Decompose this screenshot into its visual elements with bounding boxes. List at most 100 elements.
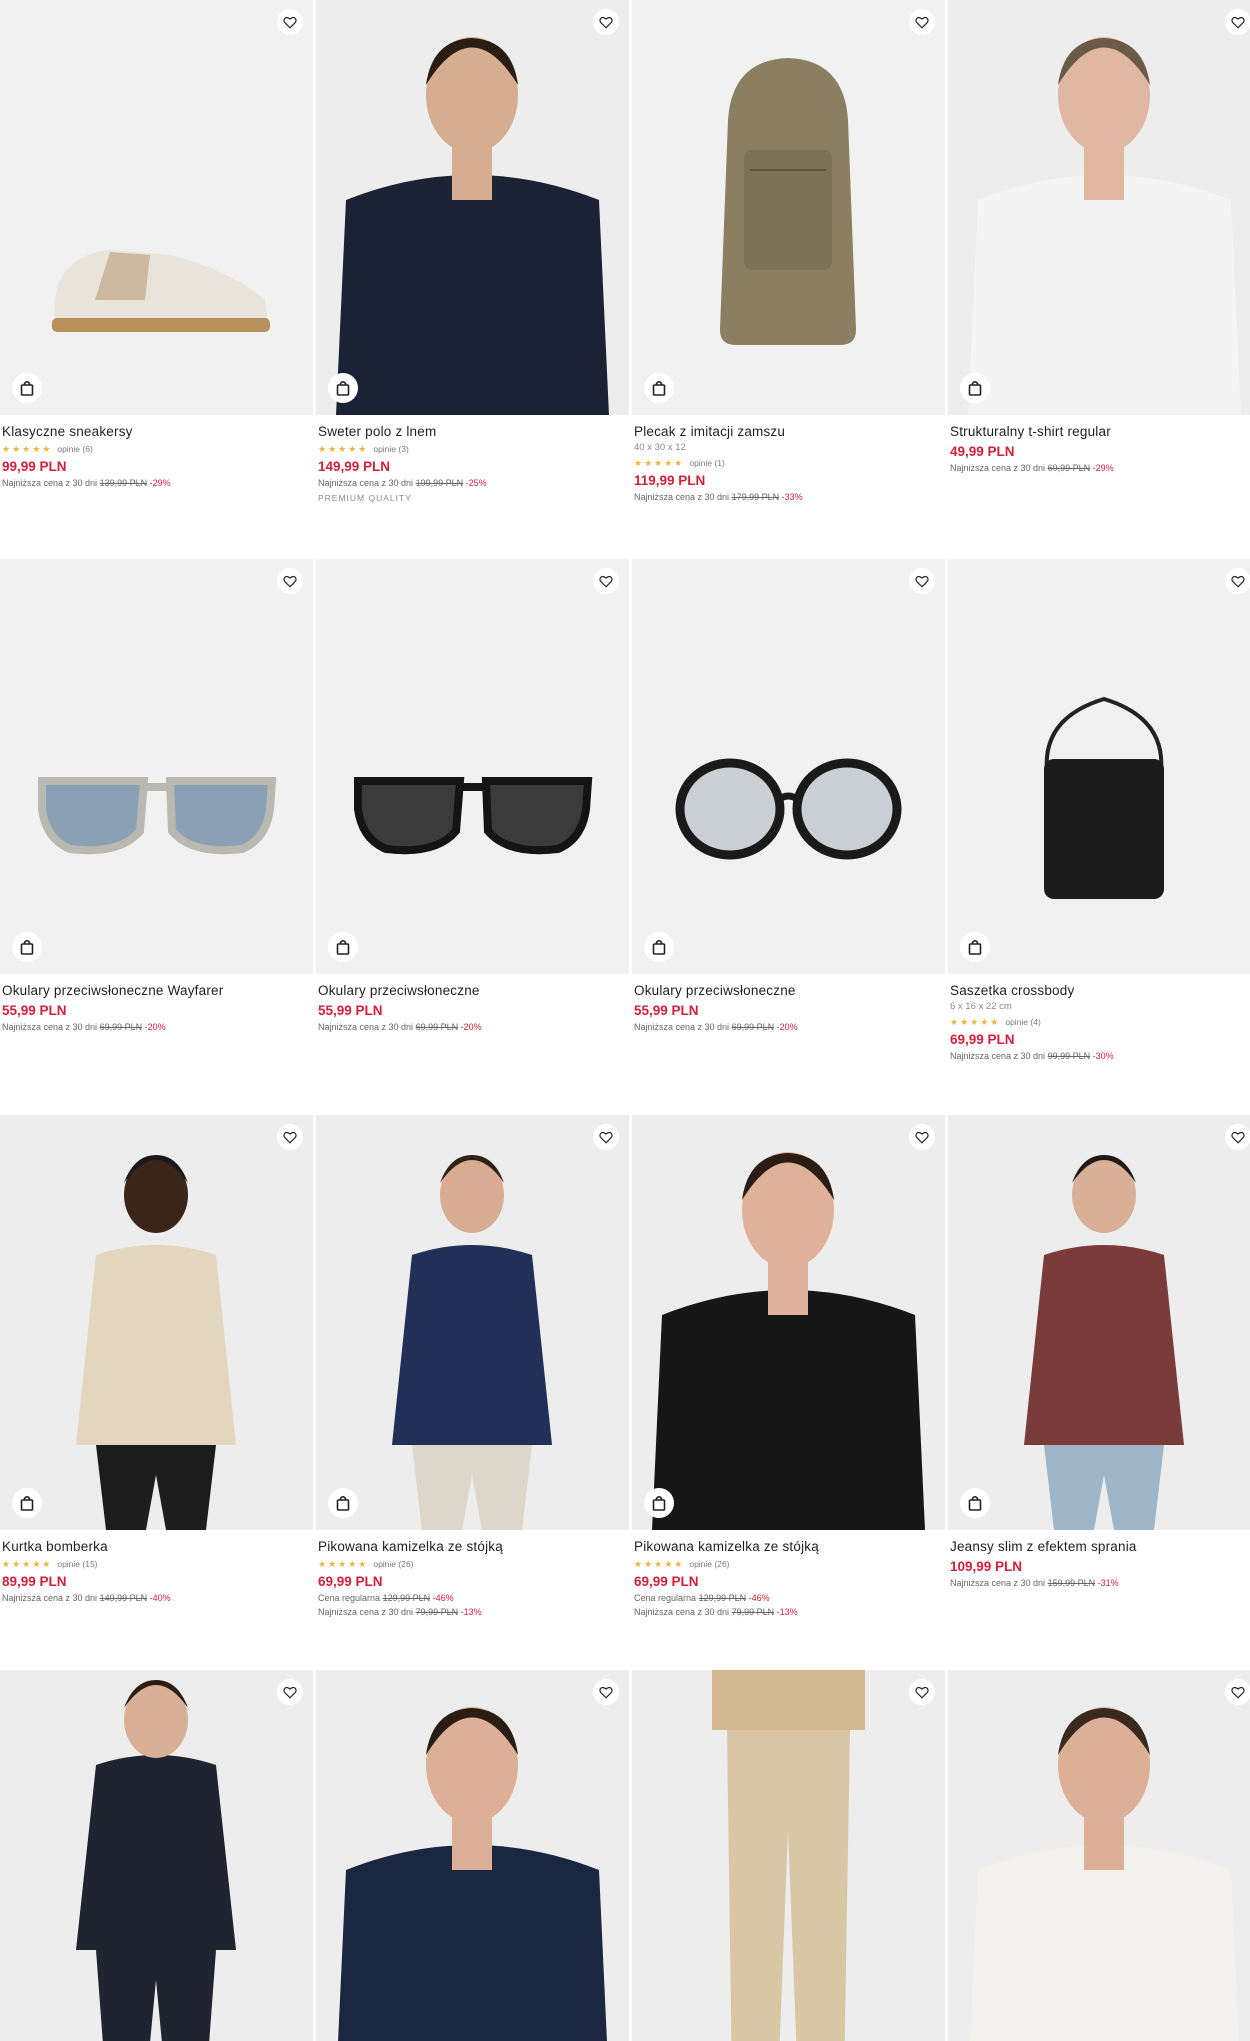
reviews-count[interactable]: opinie (15)	[57, 1559, 97, 1569]
product-card[interactable]: Klasyczne sneakersy ★★★★★ opinie (6) 99,…	[0, 0, 313, 489]
product-name[interactable]: Plecak z imitacji zamszu	[634, 423, 945, 440]
product-image[interactable]	[948, 1115, 1250, 1530]
product-card[interactable]: Okulary przeciwsłoneczne Wayfarer 55,99 P…	[0, 559, 313, 1033]
star-icon: ★★★★★	[950, 1017, 1001, 1027]
shopping-bag-icon[interactable]	[960, 373, 990, 403]
heart-icon[interactable]	[277, 1124, 303, 1150]
product-image[interactable]	[316, 0, 629, 415]
product-image[interactable]	[0, 559, 313, 974]
product-image[interactable]	[632, 1670, 945, 2041]
product-info: Pikowana kamizelka ze stójką ★★★★★ opini…	[632, 1530, 945, 1618]
shopping-bag-icon[interactable]	[328, 1488, 358, 1518]
regular-price-old: 129,99 PLN	[382, 1593, 431, 1603]
reviews-count[interactable]: opinie (26)	[689, 1559, 729, 1569]
heart-icon[interactable]	[909, 568, 935, 594]
product-image[interactable]	[632, 559, 945, 974]
product-name[interactable]: Okulary przeciwsłoneczne	[634, 982, 945, 999]
shopping-bag-icon[interactable]	[328, 932, 358, 962]
product-name[interactable]: Kurtka bomberka	[2, 1538, 313, 1555]
product-price: 99,99 PLN	[2, 459, 67, 474]
product-price: 69,99 PLN	[950, 1032, 1015, 1047]
product-card[interactable]: Okulary przeciwsłoneczne 55,99 PLN Najniż…	[316, 559, 629, 1033]
lowest-price-label: Najniższa cena z 30 dni	[318, 1022, 414, 1032]
product-name[interactable]: Okulary przeciwsłoneczne	[318, 982, 629, 999]
product-image[interactable]	[948, 1670, 1250, 2041]
product-rating: ★★★★★ opinie (1)	[634, 457, 945, 469]
product-card[interactable]	[632, 1670, 945, 2041]
product-card[interactable]: Jeansy slim z efektem sprania 109,99 PLN …	[948, 1115, 1250, 1589]
shopping-bag-icon[interactable]	[12, 1488, 42, 1518]
shopping-bag-icon[interactable]	[12, 932, 42, 962]
product-card[interactable]	[948, 1670, 1250, 2041]
reviews-count[interactable]: opinie (26)	[373, 1559, 413, 1569]
product-card[interactable]: Plecak z imitacji zamszu 40 x 30 x 12 ★★★…	[632, 0, 945, 503]
product-image[interactable]	[316, 1115, 629, 1530]
reviews-count[interactable]: opinie (4)	[1005, 1017, 1040, 1027]
lowest-price-30-days: Najniższa cena z 30 dni 149,99 PLN -40%	[2, 1592, 313, 1604]
heart-icon[interactable]	[277, 9, 303, 35]
heart-icon[interactable]	[277, 1679, 303, 1705]
product-card[interactable]: Strukturalny t-shirt regular 49,99 PLN Na…	[948, 0, 1250, 474]
heart-icon[interactable]	[1225, 9, 1250, 35]
lowest-price-30-days: Najniższa cena z 30 dni 179,99 PLN -33%	[634, 491, 945, 503]
product-name[interactable]: Strukturalny t-shirt regular	[950, 423, 1250, 440]
lowest-price-discount: -29%	[1092, 463, 1114, 473]
heart-icon[interactable]	[909, 9, 935, 35]
reviews-count[interactable]: opinie (1)	[689, 458, 724, 468]
reviews-count[interactable]: opinie (3)	[373, 444, 408, 454]
product-price: 55,99 PLN	[634, 1003, 699, 1018]
product-image[interactable]	[316, 1670, 629, 2041]
heart-icon[interactable]	[593, 1124, 619, 1150]
heart-icon[interactable]	[593, 1679, 619, 1705]
product-name[interactable]: Saszetka crossbody	[950, 982, 1250, 999]
product-name[interactable]: Pikowana kamizelka ze stójką	[318, 1538, 629, 1555]
product-info: Saszetka crossbody 6 x 16 x 22 cm ★★★★★ o…	[948, 974, 1250, 1062]
product-info: Kurtka bomberka ★★★★★ opinie (15) 89,99 …	[0, 1530, 313, 1604]
star-icon: ★★★★★	[318, 444, 369, 454]
product-card[interactable]: Pikowana kamizelka ze stójką ★★★★★ opini…	[632, 1115, 945, 1618]
product-card[interactable]: Sweter polo z lnem ★★★★★ opinie (3) 149,…	[316, 0, 629, 504]
product-name[interactable]: Jeansy slim z efektem sprania	[950, 1538, 1250, 1555]
heart-icon[interactable]	[1225, 1124, 1250, 1150]
shopping-bag-icon[interactable]	[644, 932, 674, 962]
product-card[interactable]	[0, 1670, 313, 2041]
heart-icon[interactable]	[909, 1124, 935, 1150]
product-image[interactable]	[632, 1115, 945, 1530]
product-card[interactable]: Kurtka bomberka ★★★★★ opinie (15) 89,99 …	[0, 1115, 313, 1604]
lowest-price-old: 159,99 PLN	[1047, 1578, 1096, 1588]
product-image[interactable]	[948, 559, 1250, 974]
heart-icon[interactable]	[1225, 568, 1250, 594]
product-card[interactable]	[316, 1670, 629, 2041]
product-card[interactable]: Saszetka crossbody 6 x 16 x 22 cm ★★★★★ o…	[948, 559, 1250, 1062]
regular-price: Cena regularna 129,99 PLN -46%	[318, 1592, 629, 1604]
product-info: Strukturalny t-shirt regular 49,99 PLN Na…	[948, 415, 1250, 474]
product-name[interactable]: Okulary przeciwsłoneczne Wayfarer	[2, 982, 313, 999]
product-image[interactable]	[316, 559, 629, 974]
shopping-bag-icon[interactable]	[12, 373, 42, 403]
product-image[interactable]	[0, 1115, 313, 1530]
reviews-count[interactable]: opinie (6)	[57, 444, 92, 454]
lowest-price-discount: -13%	[776, 1607, 798, 1617]
product-card[interactable]: Okulary przeciwsłoneczne 55,99 PLN Najniż…	[632, 559, 945, 1033]
heart-icon[interactable]	[909, 1679, 935, 1705]
product-name[interactable]: Sweter polo z lnem	[318, 423, 629, 440]
product-name[interactable]: Klasyczne sneakersy	[2, 423, 313, 440]
product-name[interactable]: Pikowana kamizelka ze stójką	[634, 1538, 945, 1555]
lowest-price-old: 69,99 PLN	[1047, 463, 1091, 473]
heart-icon[interactable]	[277, 568, 303, 594]
product-image[interactable]	[0, 0, 313, 415]
shopping-bag-icon[interactable]	[328, 373, 358, 403]
shopping-bag-icon[interactable]	[960, 1488, 990, 1518]
product-image[interactable]	[0, 1670, 313, 2041]
product-card[interactable]: Pikowana kamizelka ze stójką ★★★★★ opini…	[316, 1115, 629, 1618]
heart-icon[interactable]	[1225, 1679, 1250, 1705]
product-info: Sweter polo z lnem ★★★★★ opinie (3) 149,…	[316, 415, 629, 504]
shopping-bag-icon[interactable]	[644, 373, 674, 403]
product-image[interactable]	[948, 0, 1250, 415]
shopping-bag-icon[interactable]	[960, 932, 990, 962]
product-price: 55,99 PLN	[2, 1003, 67, 1018]
shopping-bag-icon[interactable]	[644, 1488, 674, 1518]
product-image[interactable]	[632, 0, 945, 415]
heart-icon[interactable]	[593, 9, 619, 35]
heart-icon[interactable]	[593, 568, 619, 594]
